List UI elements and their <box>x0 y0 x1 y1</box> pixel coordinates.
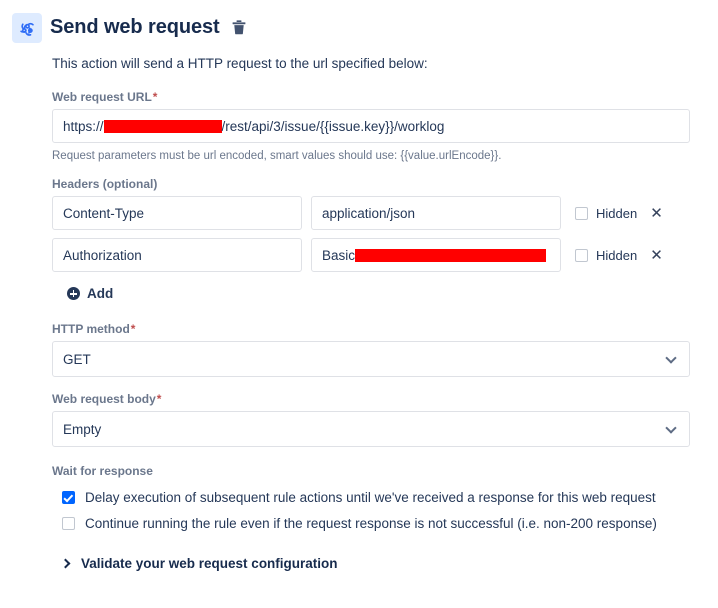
required-marker: * <box>156 392 162 406</box>
header-hidden-checkbox[interactable] <box>575 206 588 220</box>
url-suffix: /rest/api/3/issue/{{issue.key}}/worklog <box>221 118 445 134</box>
web-request-url-helper: Request parameters must be url encoded, … <box>52 150 502 162</box>
request-body-value: Empty <box>63 421 102 437</box>
header-hidden-group: Hidden <box>575 206 637 221</box>
add-header-button[interactable]: Add <box>67 286 113 301</box>
action-header: Send web request <box>12 12 248 43</box>
header-row: Authorization Basic Hidden ✕ <box>52 238 690 272</box>
chevron-right-icon <box>62 558 71 570</box>
wait-option-row: Continue running the rule even if the re… <box>62 516 690 531</box>
header-hidden-label: Hidden <box>596 247 638 263</box>
header-hidden-label: Hidden <box>596 205 638 221</box>
web-request-url-input[interactable]: https:// /rest/api/3/issue/{{issue.key}}/… <box>52 109 690 143</box>
header-value-redaction-block <box>355 248 547 262</box>
http-method-label-text: HTTP method <box>52 322 130 336</box>
http-method-value: GET <box>63 351 91 367</box>
continue-on-failure-label: Continue running the rule even if the re… <box>85 516 657 531</box>
chevron-down-icon <box>667 354 677 364</box>
header-value-input[interactable]: Basic <box>311 238 561 272</box>
wait-option-row: Delay execution of subsequent rule actio… <box>62 490 690 505</box>
delay-execution-checkbox[interactable] <box>62 491 75 504</box>
header-hidden-group: Hidden <box>575 248 637 263</box>
header-row: Content-Type application/json Hidden ✕ <box>52 196 690 230</box>
web-request-url-label: Web request URL* <box>52 89 690 105</box>
http-method-select[interactable]: GET <box>52 341 690 377</box>
header-value-input[interactable]: application/json <box>311 196 561 230</box>
webhook-automation-icon <box>12 13 42 43</box>
request-body-label: Web request body* <box>52 391 690 407</box>
header-key-input[interactable]: Authorization <box>52 238 302 272</box>
web-request-url-label-text: Web request URL <box>52 90 152 104</box>
add-header-label: Add <box>87 286 114 301</box>
url-prefix: https:// <box>63 118 104 134</box>
action-description: This action will send a HTTP request to … <box>52 56 428 71</box>
validate-config-label: Validate your web request configuration <box>81 556 338 571</box>
header-value-text: Basic <box>322 247 356 263</box>
url-redaction-block <box>103 119 222 133</box>
wait-for-response-label: Wait for response <box>52 464 153 478</box>
plus-circle-icon <box>67 287 80 300</box>
action-form: This action will send a HTTP request to … <box>52 54 690 571</box>
page-title: Send web request <box>50 16 220 38</box>
request-body-label-text: Web request body <box>52 392 156 406</box>
headers-label: Headers (optional) <box>52 177 158 191</box>
header-key-input[interactable]: Content-Type <box>52 196 302 230</box>
request-body-select[interactable]: Empty <box>52 411 690 447</box>
chevron-down-icon <box>667 424 677 434</box>
close-x-icon[interactable]: ✕ <box>650 247 663 263</box>
trash-icon[interactable] <box>230 17 248 37</box>
validate-config-toggle[interactable]: Validate your web request configuration <box>62 556 690 571</box>
close-x-icon[interactable]: ✕ <box>650 205 663 221</box>
delay-execution-label: Delay execution of subsequent rule actio… <box>85 490 656 505</box>
required-marker: * <box>152 90 158 104</box>
header-hidden-checkbox[interactable] <box>575 248 588 262</box>
continue-on-failure-checkbox[interactable] <box>62 517 75 530</box>
http-method-label: HTTP method* <box>52 321 690 337</box>
required-marker: * <box>130 322 136 336</box>
